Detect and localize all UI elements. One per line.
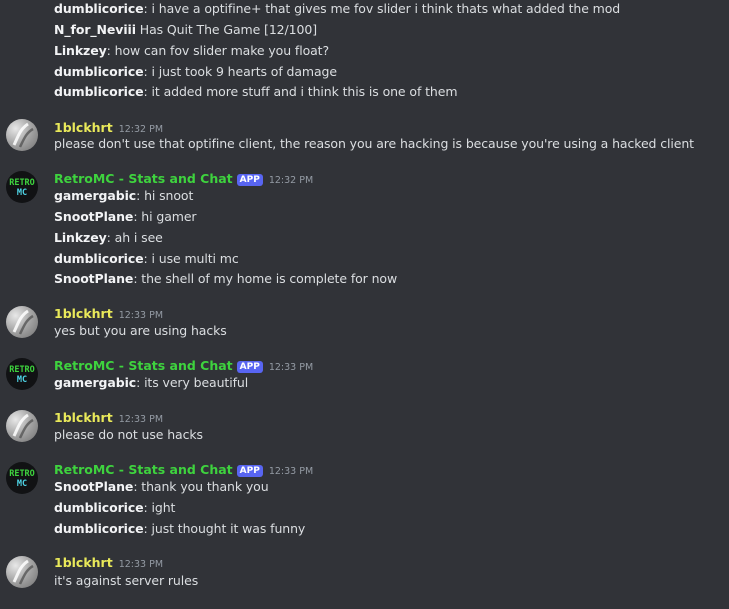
message-header: 1blckhrt 12:33 PM [54,410,163,426]
silver-swirl-avatar-icon[interactable] [6,306,38,338]
message-username[interactable]: SnootPlane [54,479,133,494]
message-header: 1blckhrt 12:33 PM [54,306,163,322]
author-name[interactable]: RetroMC - Stats and Chat [54,358,233,373]
message-line: dumblicorice: just thought it was funny [54,521,305,537]
message-text: it's against server rules [54,573,199,588]
message-line: please do not use hacks [54,427,203,443]
svg-text:RETRO: RETRO [9,365,35,375]
message-text: : ah i see [106,230,163,245]
message-line: gamergabic: its very beautiful [54,375,248,391]
app-badge: APP [236,465,263,477]
message-header: RetroMC - Stats and Chat APP 12:32 PM [54,171,313,187]
message-header: RetroMC - Stats and Chat APP 12:33 PM [54,462,313,478]
message-timestamp[interactable]: 12:33 PM [269,466,313,477]
message-text: : just thought it was funny [143,521,306,536]
message-text: : it added more stuff and i think this i… [143,84,458,99]
message-timestamp[interactable]: 12:33 PM [119,414,163,425]
message-header: 1blckhrt 12:32 PM [54,120,163,136]
message-username[interactable]: dumblicorice [54,64,144,79]
retro-mc-logo-icon[interactable]: RETRO MC [6,171,38,203]
author-name[interactable]: 1blckhrt [54,410,113,425]
message-line: it's against server rules [54,573,198,589]
author-name[interactable]: 1blckhrt [54,306,113,321]
message-line: SnootPlane: hi gamer [54,209,197,225]
silver-swirl-avatar-icon[interactable] [6,556,38,588]
message-header: RetroMC - Stats and Chat APP 12:33 PM [54,358,313,374]
message-text: : how can fov slider make you float? [106,43,330,58]
message-line: Linkzey: ah i see [54,230,163,246]
message-username[interactable]: SnootPlane [54,209,133,224]
message-timestamp[interactable]: 12:33 PM [119,559,163,570]
svg-text:RETRO: RETRO [9,469,35,479]
message-text: : hi gamer [133,209,197,224]
silver-swirl-avatar-icon[interactable] [6,410,38,442]
svg-text:RETRO: RETRO [9,178,35,188]
message-line: dumblicorice: i use multi mc [54,251,239,267]
message-text: : hi snoot [136,188,194,203]
message-text: : its very beautiful [136,375,249,390]
message-text: : i use multi mc [143,251,239,266]
message-username[interactable]: gamergabic [54,375,136,390]
message-line: SnootPlane: the shell of my home is comp… [54,271,397,287]
message-line: please don't use that optifine client, t… [54,136,694,152]
app-badge: APP [236,174,263,186]
author-name[interactable]: 1blckhrt [54,120,113,135]
message-username[interactable]: dumblicorice [54,500,144,515]
retro-mc-logo-icon[interactable]: RETRO MC [6,462,38,494]
svg-text:MC: MC [17,188,27,198]
message-line: dumblicorice: it added more stuff and i … [54,84,458,100]
message-text: please do not use hacks [54,427,203,442]
author-name[interactable]: 1blckhrt [54,555,113,570]
app-badge: APP [236,361,263,373]
svg-text:MC: MC [17,375,27,385]
silver-swirl-avatar-icon[interactable] [6,119,38,151]
message-line: yes but you are using hacks [54,323,227,339]
svg-text:MC: MC [17,479,27,489]
author-name[interactable]: RetroMC - Stats and Chat [54,462,233,477]
message-line: dumblicorice: ight [54,500,175,516]
message-timestamp[interactable]: 12:32 PM [269,175,313,186]
message-text: : ight [143,500,176,515]
message-line: gamergabic: hi snoot [54,188,193,204]
message-username[interactable]: SnootPlane [54,271,133,286]
message-text: : i just took 9 hearts of damage [143,64,338,79]
message-username[interactable]: N_for_Neviii [54,22,136,37]
message-text: Has Quit The Game [12/100] [135,22,317,37]
message-text: yes but you are using hacks [54,323,227,338]
chat-message-list[interactable]: dumblicorice: i have a optifine+ that gi… [0,0,729,609]
message-timestamp[interactable]: 12:33 PM [269,362,313,373]
message-text: : thank you thank you [133,479,269,494]
message-username[interactable]: dumblicorice [54,1,144,16]
message-line: SnootPlane: thank you thank you [54,479,269,495]
message-line: dumblicorice: i have a optifine+ that gi… [54,1,620,17]
message-line: N_for_Neviii Has Quit The Game [12/100] [54,22,317,38]
message-username[interactable]: dumblicorice [54,251,144,266]
message-text: please don't use that optifine client, t… [54,136,694,151]
message-line: Linkzey: how can fov slider make you flo… [54,43,329,59]
message-username[interactable]: gamergabic [54,188,136,203]
retro-mc-logo-icon[interactable]: RETRO MC [6,358,38,390]
message-text: : i have a optifine+ that gives me fov s… [143,1,621,16]
message-username[interactable]: Linkzey [54,230,107,245]
author-name[interactable]: RetroMC - Stats and Chat [54,171,233,186]
message-text: : the shell of my home is complete for n… [133,271,398,286]
message-line: dumblicorice: i just took 9 hearts of da… [54,64,337,80]
message-username[interactable]: Linkzey [54,43,107,58]
message-timestamp[interactable]: 12:33 PM [119,310,163,321]
message-header: 1blckhrt 12:33 PM [54,555,163,571]
message-username[interactable]: dumblicorice [54,84,144,99]
message-timestamp[interactable]: 12:32 PM [119,124,163,135]
message-username[interactable]: dumblicorice [54,521,144,536]
